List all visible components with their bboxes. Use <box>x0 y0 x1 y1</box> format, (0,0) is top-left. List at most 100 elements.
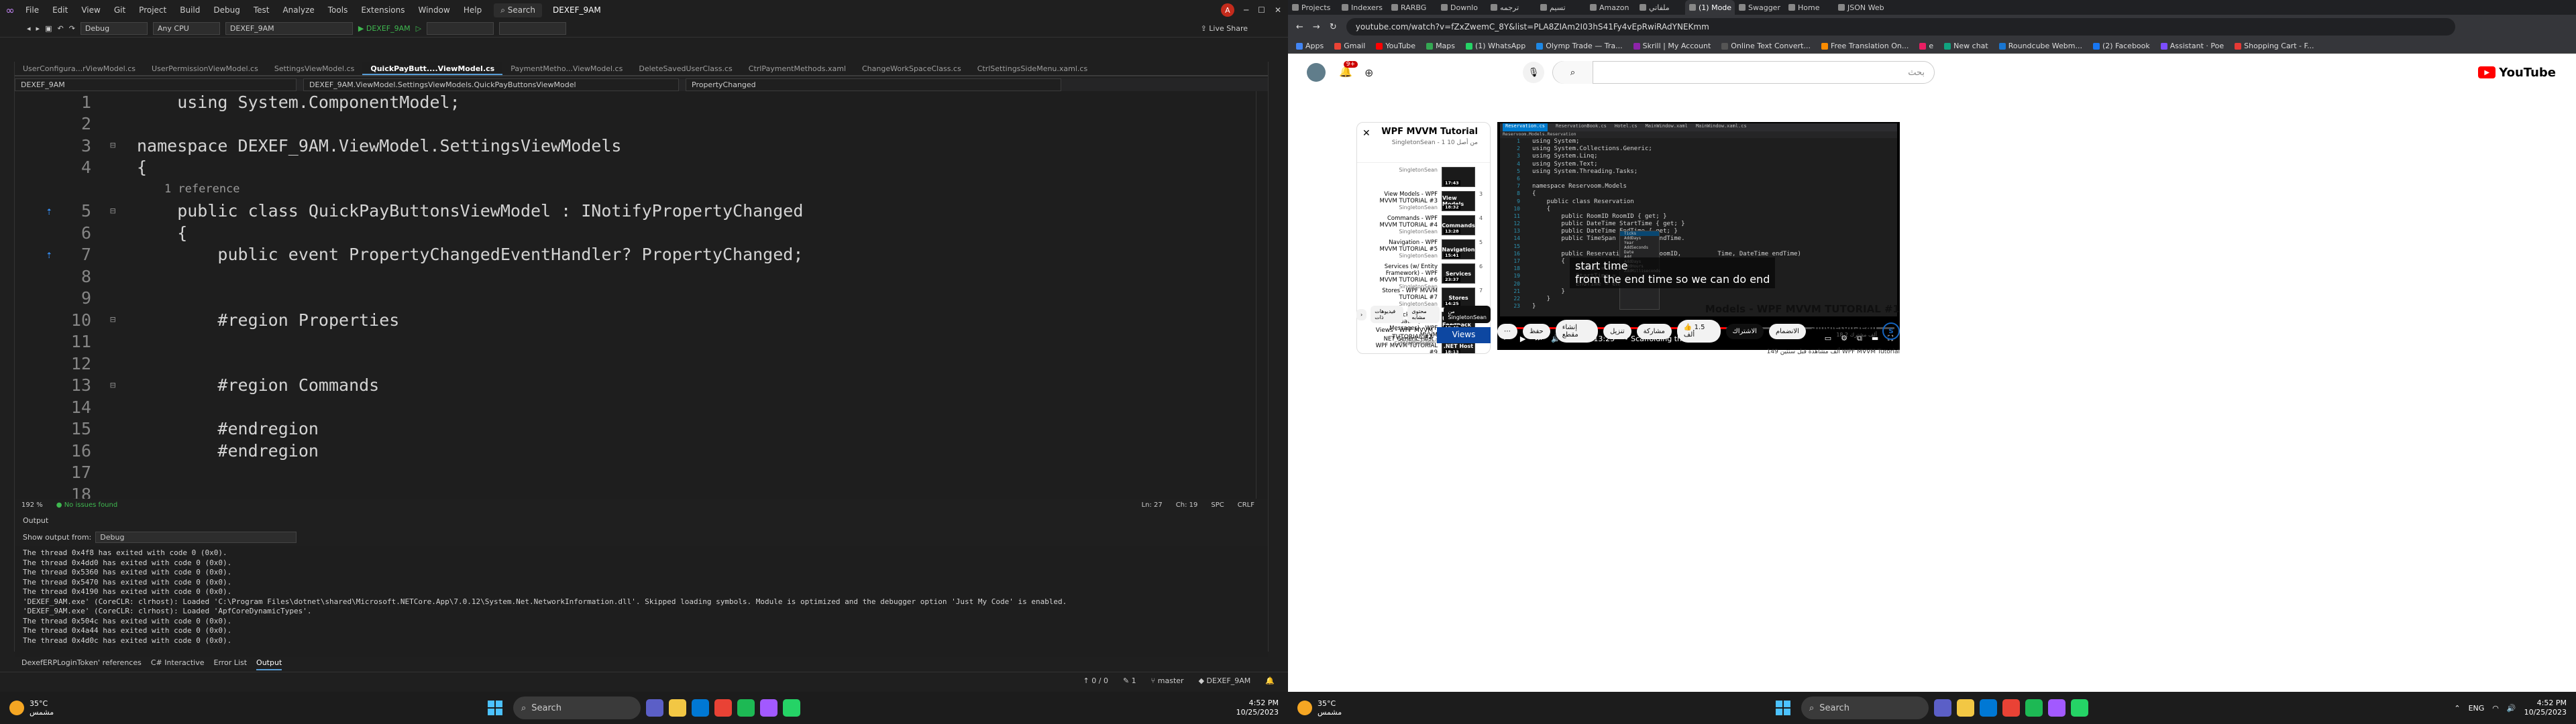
browser-tab[interactable]: Amazon <box>1586 0 1635 15</box>
wifi-icon[interactable]: ◠ <box>2492 704 2499 713</box>
menu-item-debug[interactable]: Debug <box>208 3 245 17</box>
start-button-icon[interactable] <box>1776 701 1790 715</box>
chips-next-icon[interactable]: › <box>1356 308 1367 320</box>
minimize-icon[interactable]: ─ <box>1244 5 1248 15</box>
bottom-tab[interactable]: C# Interactive <box>151 658 205 670</box>
nav-member-select[interactable]: PropertyChanged <box>686 78 1061 91</box>
clock-left[interactable]: 4:52 PM 10/25/2023 <box>1236 699 1279 717</box>
chrome-icon[interactable] <box>2002 699 2020 717</box>
account-avatar[interactable]: A <box>1220 3 1234 17</box>
browser-tab[interactable]: Projects <box>1288 0 1338 15</box>
chip-related[interactable]: فيديوهات ذات <box>1371 306 1404 323</box>
document-tab[interactable]: SettingsViewModel.cs <box>266 62 363 75</box>
branch-status[interactable]: ⑂ master <box>1151 676 1184 685</box>
forward-icon[interactable]: ▸ <box>36 24 40 33</box>
bookmark-item[interactable]: Assistant · Poe <box>2160 42 2224 50</box>
repo-status[interactable]: ◆ DEXEF_9AM <box>1199 676 1251 685</box>
tray-chevron-icon[interactable]: ⌃ <box>2454 704 2460 713</box>
whatsapp-icon[interactable] <box>2071 699 2088 717</box>
taskbar-search[interactable]: ⌕ Search <box>513 697 641 719</box>
visual-studio-icon[interactable] <box>760 699 777 717</box>
playlist-item[interactable]: Navigation - WPF MVVM TUTORIAL #5 Singlet… <box>1357 238 1490 262</box>
language-indicator[interactable]: ENG <box>2469 704 2485 713</box>
document-tab[interactable]: PaymentMetho...ViewModel.cs <box>502 62 631 75</box>
browser-tab[interactable]: (1) Mode <box>1685 0 1735 15</box>
document-tab[interactable]: CtrlPaymentMethods.xaml <box>741 62 854 75</box>
search-button[interactable]: ⌕ <box>1553 61 1593 84</box>
bookmark-item[interactable]: New chat <box>1944 42 1988 50</box>
file-explorer-icon[interactable] <box>1957 699 1974 717</box>
menu-item-extensions[interactable]: Extensions <box>356 3 410 17</box>
bookmark-item[interactable]: (2) Facebook <box>2093 42 2150 50</box>
chip-similar[interactable]: محتوى مشابه <box>1407 306 1440 323</box>
weather-widget[interactable]: 35°C مشمس <box>1288 699 1489 717</box>
browser-tab[interactable]: Downlo <box>1437 0 1487 15</box>
bookmark-item[interactable]: Shopping Cart - F... <box>2235 42 2314 50</box>
bookmark-item[interactable]: Online Text Convert... <box>1721 42 1811 50</box>
stack-frame-select[interactable] <box>499 22 567 35</box>
browser-tab[interactable]: ملفاتي <box>1635 0 1685 15</box>
teams-icon[interactable] <box>646 699 663 717</box>
playlist-item[interactable]: SingletonSean 17:43 <box>1357 166 1490 190</box>
clock-right[interactable]: 4:52 PM 10/25/2023 <box>2524 699 2567 717</box>
close-playlist-icon[interactable]: ✕ <box>1362 128 1371 139</box>
forward-icon[interactable]: → <box>1313 22 1320 32</box>
document-tab[interactable]: QuickPayButt....ViewModel.cs <box>362 62 503 75</box>
channel-logo[interactable]: S <box>1882 322 1900 340</box>
subscribe-button[interactable]: الاشتراك <box>1725 323 1764 339</box>
browser-tab[interactable]: Indexers <box>1338 0 1387 15</box>
like-button[interactable]: 👍 1.5 ألف <box>1676 320 1721 343</box>
bookmark-item[interactable]: Skrill | My Account <box>1633 42 1711 50</box>
bookmark-item[interactable]: (1) WhatsApp <box>1466 42 1525 50</box>
start-button-icon[interactable] <box>488 701 502 715</box>
document-tab[interactable]: CtrlSettingsSideMenu.xaml.cs <box>969 62 1095 75</box>
create-video-icon[interactable]: ⊕ <box>1364 66 1373 79</box>
user-avatar[interactable] <box>1307 63 1326 82</box>
fold-toggle-icon[interactable]: ⊟ <box>110 206 125 217</box>
bookmark-item[interactable]: e <box>1919 42 1933 50</box>
menu-item-git[interactable]: Git <box>109 3 131 17</box>
debug-target-select[interactable] <box>427 22 494 35</box>
bottom-tab[interactable]: Output <box>256 658 282 670</box>
chrome-icon[interactable] <box>714 699 732 717</box>
download-button[interactable]: تنزيل <box>1603 323 1631 339</box>
bottom-tab[interactable]: Error List <box>214 658 248 670</box>
output-source-select[interactable]: Debug <box>95 531 297 543</box>
close-icon[interactable]: ✕ <box>1275 5 1281 15</box>
store-icon[interactable] <box>1980 699 1997 717</box>
browser-tab[interactable]: RARBG <box>1387 0 1437 15</box>
store-icon[interactable] <box>692 699 709 717</box>
zoom-level[interactable]: 192 % <box>21 501 43 509</box>
video-player[interactable]: Reservation.cs ReservationBook.cs Hotel.cs… <box>1497 122 1900 350</box>
vs-search-box[interactable]: ⌕ Search <box>494 3 542 17</box>
youtube-search-input[interactable]: بحث <box>1593 68 1934 78</box>
bookmark-item[interactable]: Roundcube Webm... <box>1998 42 2082 50</box>
bookmark-item[interactable]: YouTube <box>1376 42 1415 50</box>
bookmark-item[interactable]: Free Translation On... <box>1821 42 1909 50</box>
bottom-tab[interactable]: DexefERPLoginToken' references <box>21 658 142 670</box>
browser-tab[interactable]: تسيم <box>1536 0 1586 15</box>
menu-item-tools[interactable]: Tools <box>323 3 354 17</box>
run-without-debug-icon[interactable]: ▷ <box>416 24 421 33</box>
volume-icon[interactable]: 🔊 <box>2507 704 2516 713</box>
back-icon[interactable]: ← <box>1296 22 1303 32</box>
bookmark-item[interactable]: Olymp Trade — Tra... <box>1536 42 1623 50</box>
menu-item-test[interactable]: Test <box>248 3 275 17</box>
spotify-icon[interactable] <box>737 699 755 717</box>
taskbar-search[interactable]: ⌕ Search <box>1801 697 1929 719</box>
whitespace-mode[interactable]: SPC <box>1211 501 1224 509</box>
join-button[interactable]: الانضمام <box>1768 323 1806 339</box>
spotify-icon[interactable] <box>2025 699 2043 717</box>
address-bar[interactable]: youtube.com/watch?v=fZxZwemC_8Y&list=PLA… <box>1346 18 2455 36</box>
menu-item-help[interactable]: Help <box>458 3 487 17</box>
save-button[interactable]: حفظ <box>1523 323 1550 339</box>
menu-item-project[interactable]: Project <box>133 3 172 17</box>
menu-item-build[interactable]: Build <box>174 3 205 17</box>
menu-item-analyze[interactable]: Analyze <box>277 3 319 17</box>
platform-select[interactable]: Any CPU <box>152 22 220 35</box>
document-tab[interactable]: DeleteSavedUserClass.cs <box>631 62 740 75</box>
menu-item-view[interactable]: View <box>76 3 105 17</box>
issues-status[interactable]: ● No issues found <box>56 501 117 509</box>
playlist-item[interactable]: Commands - WPF MVVM TUTORIAL #4 Singleton… <box>1357 214 1490 238</box>
code-editor[interactable]: 1 using System.ComponentModel; 2 3 ⊟ namespa… <box>15 91 1256 499</box>
